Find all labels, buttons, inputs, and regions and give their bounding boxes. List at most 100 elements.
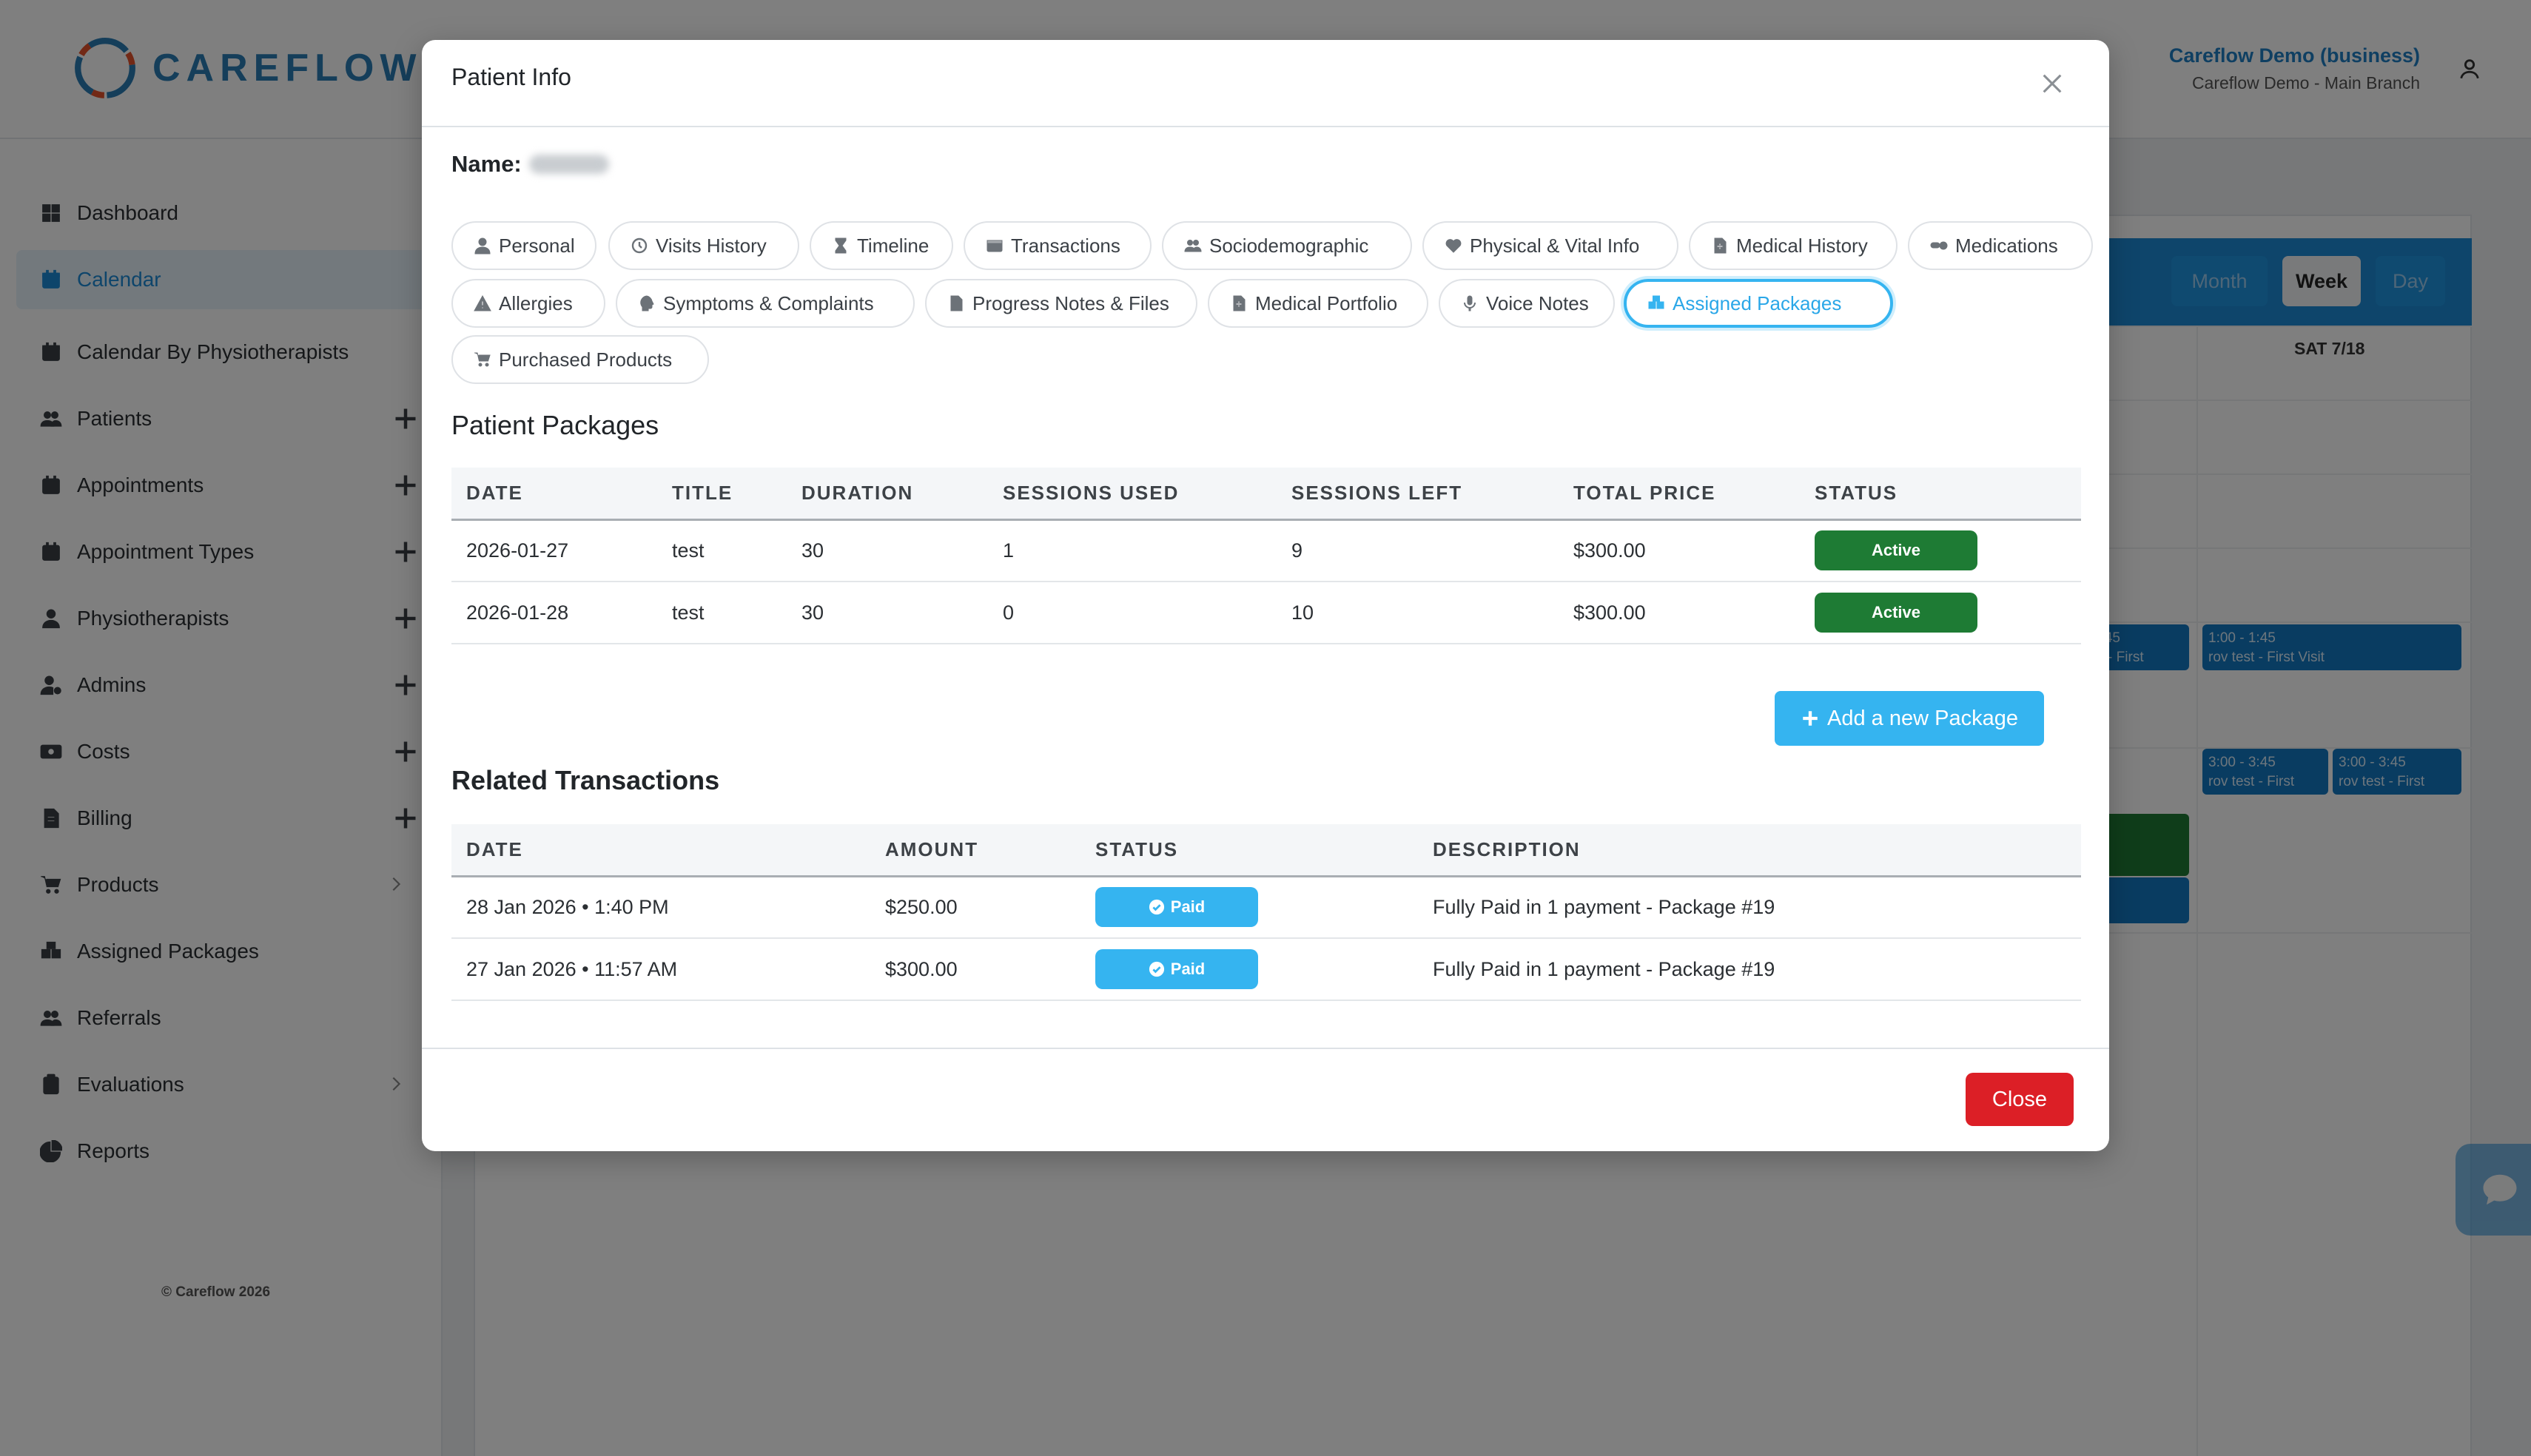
file-icon (950, 295, 963, 311)
tab-label: Physical & Vital Info (1470, 234, 1640, 257)
table-row: 27 Jan 2026 • 11:57 AM $300.00 Paid Full… (451, 938, 2081, 1001)
table-row: 2026-01-27 test 30 1 9 $300.00 Active (451, 519, 2081, 582)
tab-purchased-products[interactable]: Purchased Products (451, 335, 709, 384)
package-total-price: $300.00 (1559, 582, 1800, 644)
patient-info-modal: Patient Info Name: rmy rmy Personal Visit… (422, 40, 2109, 1151)
column-header[interactable]: TITLE (657, 468, 787, 521)
close-button[interactable]: Close (1966, 1073, 2074, 1126)
tab-label: Progress Notes & Files (972, 291, 1169, 314)
tab-progress-notes-files[interactable]: Progress Notes & Files (925, 279, 1197, 328)
tab-personal[interactable]: Personal (451, 221, 596, 270)
package-sessions-used: 1 (988, 519, 1277, 582)
tab-label: Medical History (1736, 234, 1868, 257)
column-header[interactable]: DESCRIPTION (1418, 824, 2081, 877)
package-date: 2026-01-27 (451, 519, 657, 582)
transaction-date: 28 Jan 2026 • 1:40 PM (451, 876, 870, 939)
tab-label: Symptoms & Complaints (663, 291, 874, 314)
user-icon (474, 237, 491, 255)
transaction-status-cell: Paid (1080, 938, 1418, 1001)
column-header[interactable]: STATUS (1080, 824, 1418, 877)
transactions-table-header: DATE AMOUNT STATUS DESCRIPTION (451, 824, 2081, 877)
package-sessions-left: 10 (1277, 582, 1559, 644)
tab-timeline[interactable]: Timeline (810, 221, 953, 270)
tab-label: Timeline (857, 234, 930, 257)
modal-header: Patient Info (422, 40, 2109, 127)
history-icon (631, 237, 648, 254)
tab-label: Visits History (656, 234, 767, 257)
warning-icon (474, 294, 491, 311)
cart-icon (474, 352, 491, 367)
transaction-date: 27 Jan 2026 • 11:57 AM (451, 938, 870, 1001)
column-header[interactable]: DATE (451, 468, 657, 521)
status-badge-label: Paid (1170, 897, 1206, 917)
tab-allergies[interactable]: Allergies (451, 279, 605, 328)
plus-icon (1803, 711, 1818, 726)
head-icon (640, 295, 654, 311)
file-medical-icon (1714, 237, 1727, 254)
package-status-cell: Active (1800, 519, 2081, 582)
tab-voice-notes[interactable]: Voice Notes (1439, 279, 1615, 328)
tab-label: Sociodemographic (1209, 234, 1369, 257)
check-circle-icon (1149, 900, 1164, 915)
users-icon (1184, 240, 1202, 252)
tab-label: Assigned Packages (1673, 291, 1842, 314)
package-duration: 30 (787, 582, 988, 644)
column-header[interactable]: STATUS (1800, 468, 2081, 521)
pills-icon (1930, 241, 1948, 250)
tab-medical-history[interactable]: Medical History (1689, 221, 1898, 270)
tab-label: Medications (1955, 234, 2058, 257)
add-package-label: Add a new Package (1827, 706, 2018, 730)
package-title: test (657, 519, 787, 582)
modal-footer-divider (422, 1048, 2109, 1049)
column-header[interactable]: AMOUNT (870, 824, 1080, 877)
tab-label: Purchased Products (499, 348, 673, 371)
column-header[interactable]: SESSIONS LEFT (1277, 468, 1559, 521)
transaction-status-cell: Paid (1080, 876, 1418, 939)
add-package-button[interactable]: Add a new Package (1775, 691, 2044, 746)
related-transactions-title: Related Transactions (451, 765, 720, 795)
status-badge: Paid (1095, 949, 1258, 989)
package-sessions-used: 0 (988, 582, 1277, 644)
tab-visits-history[interactable]: Visits History (608, 221, 799, 270)
close-icon[interactable] (2040, 71, 2065, 96)
package-total-price: $300.00 (1559, 519, 1800, 582)
patient-name-row: Name: rmy rmy (451, 151, 609, 178)
tab-label: Voice Notes (1486, 291, 1589, 314)
table-row: 2026-01-28 test 30 0 10 $300.00 Active (451, 582, 2081, 644)
tab-medications[interactable]: Medications (1908, 221, 2093, 270)
column-header[interactable]: TOTAL PRICE (1559, 468, 1800, 521)
status-badge: Paid (1095, 887, 1258, 928)
tab-transactions[interactable]: Transactions (964, 221, 1152, 270)
column-header[interactable]: DURATION (787, 468, 988, 521)
tab-medical-portfolio[interactable]: Medical Portfolio (1208, 279, 1428, 328)
tab-symptoms-complaints[interactable]: Symptoms & Complaints (616, 279, 915, 328)
tab-physical-vital-info[interactable]: Physical & Vital Info (1422, 221, 1678, 270)
packages-table: DATE TITLE DURATION SESSIONS USED SESSIO… (451, 468, 2081, 644)
boxes-icon (1648, 295, 1664, 309)
packages-table-header: DATE TITLE DURATION SESSIONS USED SESSIO… (451, 468, 2081, 521)
modal-title: Patient Info (451, 64, 571, 90)
package-date: 2026-01-28 (451, 582, 657, 644)
transactions-table: DATE AMOUNT STATUS DESCRIPTION 28 Jan 20… (451, 824, 2081, 1001)
tab-label: Medical Portfolio (1255, 291, 1398, 314)
check-circle-icon (1149, 961, 1164, 977)
status-badge: Active (1815, 593, 1977, 633)
column-header[interactable]: DATE (451, 824, 870, 877)
table-row: 28 Jan 2026 • 1:40 PM $250.00 Paid Fully… (451, 876, 2081, 939)
microphone-icon (1464, 295, 1476, 311)
transaction-amount: $250.00 (870, 876, 1080, 939)
column-header[interactable]: SESSIONS USED (988, 468, 1277, 521)
package-sessions-left: 9 (1277, 519, 1559, 582)
transaction-description: Fully Paid in 1 payment - Package #19 (1418, 876, 2081, 939)
tab-assigned-packages[interactable]: Assigned Packages (1624, 279, 1893, 328)
package-duration: 30 (787, 519, 988, 582)
package-title: test (657, 582, 787, 644)
tab-label: Allergies (499, 291, 573, 314)
transaction-amount: $300.00 (870, 938, 1080, 1001)
patient-name-label: Name: (451, 151, 522, 177)
tab-label: Transactions (1011, 234, 1120, 257)
status-badge: Active (1815, 530, 1977, 571)
tab-label: Personal (499, 234, 575, 257)
tab-sociodemographic[interactable]: Sociodemographic (1162, 221, 1412, 270)
hourglass-icon (835, 237, 847, 254)
